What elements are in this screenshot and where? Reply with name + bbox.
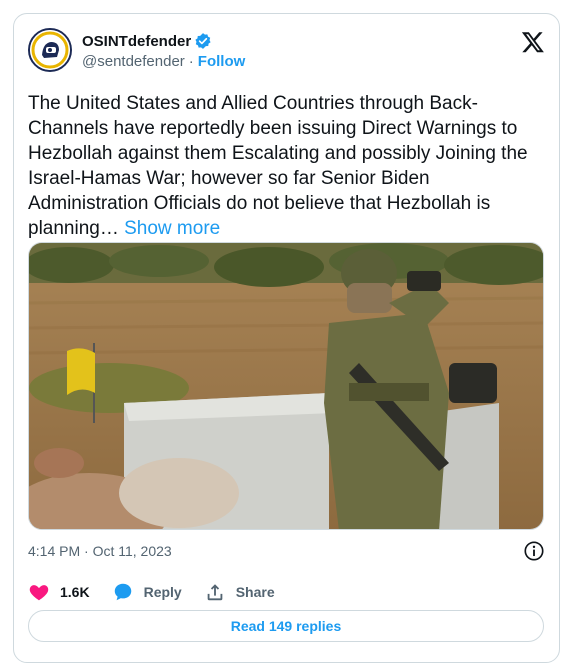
share-label: Share xyxy=(235,584,275,600)
x-logo-icon[interactable] xyxy=(521,30,545,54)
like-button[interactable]: 1.6K xyxy=(28,581,90,603)
read-replies-label: Read 149 replies xyxy=(230,618,342,634)
handle[interactable]: @sentdefender xyxy=(82,53,185,70)
tweet-header: OSINTdefender @sentdefender · Follow xyxy=(28,28,545,76)
heart-icon xyxy=(28,581,50,603)
separator-dot: · xyxy=(188,53,194,70)
follow-button[interactable]: Follow xyxy=(198,53,246,70)
tweet-photo[interactable] xyxy=(28,242,544,530)
like-count: 1.6K xyxy=(60,584,90,600)
name-row: OSINTdefender xyxy=(82,31,212,51)
verified-badge-icon xyxy=(195,33,211,49)
action-bar: 1.6K Reply Share xyxy=(28,580,297,604)
info-icon[interactable] xyxy=(523,540,545,562)
share-button[interactable]: Share xyxy=(204,581,275,603)
reply-bubble-icon xyxy=(112,581,134,603)
tweet-body: The United States and Allied Countries t… xyxy=(28,93,528,239)
handle-row: @sentdefender · Follow xyxy=(82,53,245,70)
tweet-meta: 4:14 PM · Oct 11, 2023 xyxy=(28,540,545,564)
tweet-text: The United States and Allied Countries t… xyxy=(28,91,548,241)
reply-label: Reply xyxy=(143,584,182,600)
tweet-card: OSINTdefender @sentdefender · Follow The… xyxy=(13,13,560,663)
reply-button[interactable]: Reply xyxy=(112,581,182,603)
timestamp[interactable]: 4:14 PM · Oct 11, 2023 xyxy=(28,543,172,559)
share-icon xyxy=(204,581,226,603)
avatar[interactable] xyxy=(28,28,72,72)
show-more-link[interactable]: Show more xyxy=(124,218,220,239)
display-name[interactable]: OSINTdefender xyxy=(82,33,191,50)
read-replies-button[interactable]: Read 149 replies xyxy=(28,610,544,642)
